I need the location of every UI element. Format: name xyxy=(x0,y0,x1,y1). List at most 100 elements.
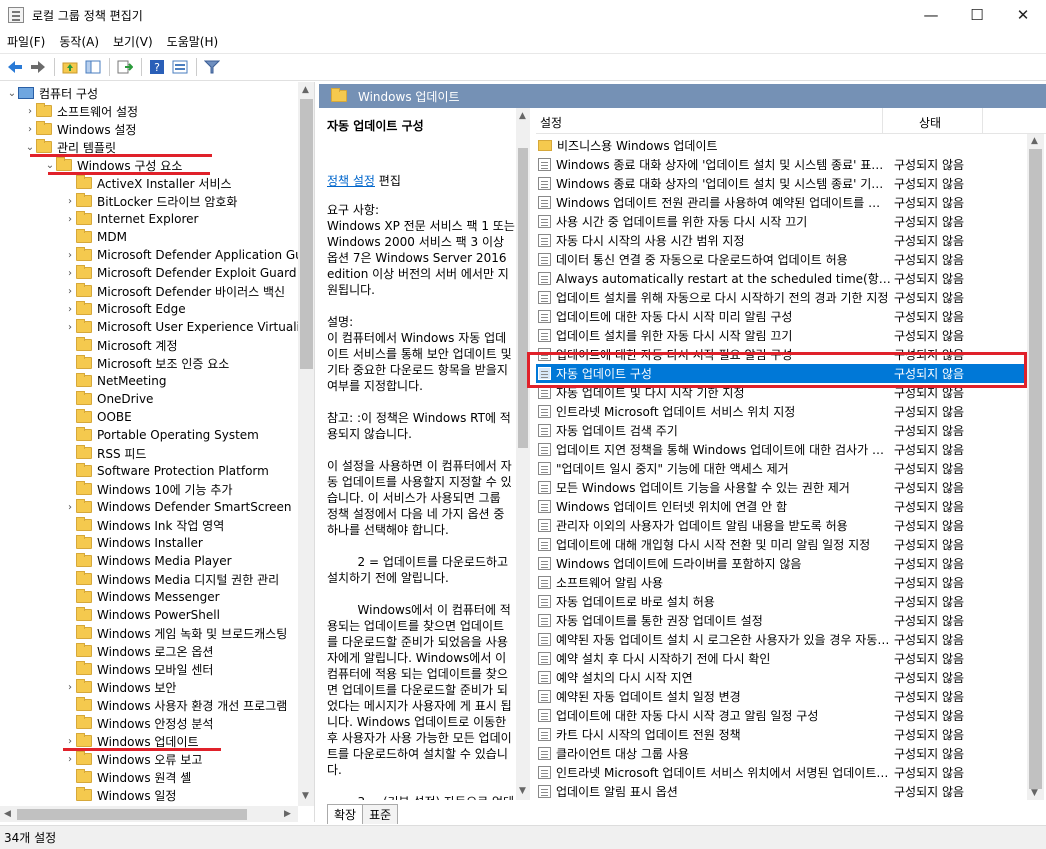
close-button[interactable]: ✕ xyxy=(1000,0,1046,30)
scroll-up-arrow-icon[interactable]: ▲ xyxy=(1031,136,1038,146)
list-item[interactable]: 업데이트에 대한 자동 다시 시작 미리 알림 구성 구성되지 않음 xyxy=(536,307,1024,326)
list-item[interactable]: 소프트웨어 알림 사용 구성되지 않음 xyxy=(536,573,1024,592)
list-item[interactable]: 카트 다시 시작의 업데이트 전원 정책 구성되지 않음 xyxy=(536,725,1024,744)
column-divider[interactable] xyxy=(982,108,983,134)
description-scrollbar[interactable]: ▲ ▼ xyxy=(516,108,530,800)
chevron-right-icon[interactable]: › xyxy=(64,682,76,693)
list-item[interactable]: Always automatically restart at the sche… xyxy=(536,269,1024,288)
chevron-right-icon[interactable]: › xyxy=(64,214,76,225)
scrollbar-thumb[interactable] xyxy=(17,809,247,820)
scroll-down-arrow-icon[interactable]: ▼ xyxy=(1031,788,1038,798)
tree-item[interactable]: Windows 게임 녹화 및 브로드캐스팅 xyxy=(64,624,287,642)
tree-item[interactable]: NetMeeting xyxy=(64,372,166,390)
tree-item[interactable]: › Windows 오류 보고 xyxy=(64,750,202,768)
list-item[interactable]: 자동 업데이트 검색 주기 구성되지 않음 xyxy=(536,421,1024,440)
scroll-down-arrow-icon[interactable]: ▼ xyxy=(519,786,526,796)
menu-action[interactable]: 동작(A) xyxy=(52,31,106,53)
chevron-down-icon[interactable]: ⌄ xyxy=(44,160,56,171)
scroll-left-arrow-icon[interactable]: ◀ xyxy=(4,809,11,819)
tree-item[interactable]: MDM xyxy=(64,228,127,246)
chevron-right-icon[interactable]: › xyxy=(64,196,76,207)
forward-arrow-icon[interactable] xyxy=(27,56,49,78)
tab-standard[interactable]: 표준 xyxy=(362,804,399,824)
tree-item[interactable]: Portable Operating System xyxy=(64,426,259,444)
chevron-right-icon[interactable]: › xyxy=(64,754,76,765)
list-item[interactable]: 관리자 이외의 사용자가 업데이트 알림 내용을 받도록 허용 구성되지 않음 xyxy=(536,516,1024,535)
menu-file[interactable]: 파일(F) xyxy=(0,31,52,53)
list-item[interactable]: Windows 업데이트 인터넷 위치에 연결 안 함 구성되지 않음 xyxy=(536,497,1024,516)
tree-item[interactable]: ActiveX Installer 서비스 xyxy=(64,174,232,192)
list-item[interactable]: 예약 설치 후 다시 시작하기 전에 다시 확인 구성되지 않음 xyxy=(536,649,1024,668)
list-item[interactable]: 업데이트에 대한 자동 다시 시작 경고 알림 일정 구성 구성되지 않음 xyxy=(536,706,1024,725)
scrollbar-thumb[interactable] xyxy=(1029,149,1042,789)
tree-item[interactable]: › Windows 설정 xyxy=(24,120,136,138)
show-hide-tree-icon[interactable] xyxy=(82,56,104,78)
maximize-button[interactable]: ☐ xyxy=(954,0,1000,30)
list-item[interactable]: Windows 업데이트 전원 관리를 사용하여 예약된 업데이트를 설치하기 … xyxy=(536,193,1024,212)
tree-horizontal-scrollbar[interactable]: ◀ ▶ xyxy=(0,806,298,822)
scroll-up-arrow-icon[interactable]: ▲ xyxy=(302,85,309,95)
edit-policy-link[interactable]: 정책 설정 xyxy=(327,174,375,188)
chevron-right-icon[interactable]: › xyxy=(64,286,76,297)
tree-item[interactable]: Windows 10에 기능 추가 xyxy=(64,480,232,498)
list-item[interactable]: 예약된 자동 업데이트 설치 시 로그온한 사용자가 있을 경우 자동 다시 시… xyxy=(536,630,1024,649)
tree-item[interactable]: Windows PowerShell xyxy=(64,606,220,624)
chevron-down-icon[interactable]: ⌄ xyxy=(6,88,18,99)
list-item[interactable]: Windows 종료 대화 상자에 '업데이트 설치 및 시스템 종료' 표시 … xyxy=(536,155,1024,174)
list-item[interactable]: 자동 업데이트를 통한 권장 업데이트 설정 구성되지 않음 xyxy=(536,611,1024,630)
filter-icon[interactable] xyxy=(201,56,223,78)
chevron-right-icon[interactable]: › xyxy=(64,322,76,333)
menu-help[interactable]: 도움말(H) xyxy=(160,31,226,53)
tree-item[interactable]: Windows 사용자 환경 개선 프로그램 xyxy=(64,696,287,714)
chevron-right-icon[interactable]: › xyxy=(24,106,36,117)
list-item[interactable]: 자동 업데이트로 바로 설치 허용 구성되지 않음 xyxy=(536,592,1024,611)
chevron-right-icon[interactable]: › xyxy=(64,736,76,747)
tree-item[interactable]: Windows 일정 xyxy=(64,786,176,804)
scroll-down-arrow-icon[interactable]: ▼ xyxy=(302,791,309,801)
tree-item[interactable]: Software Protection Platform xyxy=(64,462,269,480)
list-item[interactable]: 인트라넷 Microsoft 업데이트 서비스 위치에서 서명된 업데이트 허용… xyxy=(536,763,1024,782)
export-icon[interactable] xyxy=(114,56,136,78)
tree-item[interactable]: Windows 원격 셸 xyxy=(64,768,191,786)
tree-vertical-scrollbar[interactable]: ▲ ▼ xyxy=(298,82,314,806)
list-item[interactable]: 업데이트 설치를 위해 자동으로 다시 시작하기 전의 경과 기한 지정 구성되지… xyxy=(536,288,1024,307)
list-item[interactable]: Windows 업데이트에 드라이버를 포함하지 않음 구성되지 않음 xyxy=(536,554,1024,573)
tree-item[interactable]: Windows Ink 작업 영역 xyxy=(64,516,224,534)
list-item[interactable]: Windows 종료 대화 상자의 '업데이트 설치 및 시스템 종료' 기본 … xyxy=(536,174,1024,193)
list-item[interactable]: 데이터 통신 연결 중 자동으로 다운로드하여 업데이트 허용 구성되지 않음 xyxy=(536,250,1024,269)
tree-item-computer-config[interactable]: ⌄ 컴퓨터 구성 xyxy=(6,84,98,102)
tree-item[interactable]: › Microsoft Edge xyxy=(64,300,186,318)
list-item[interactable]: 사용 시간 중 업데이트를 위한 자동 다시 시작 끄기 구성되지 않음 xyxy=(536,212,1024,231)
properties-icon[interactable] xyxy=(169,56,191,78)
list-item[interactable]: 인트라넷 Microsoft 업데이트 서비스 위치 지정 구성되지 않음 xyxy=(536,402,1024,421)
list-item[interactable]: 업데이트에 대해 개입형 다시 시작 전환 및 미리 알림 일정 지정 구성되지 … xyxy=(536,535,1024,554)
tree-item[interactable]: Microsoft 보조 인증 요소 xyxy=(64,354,229,372)
tree-item[interactable]: OOBE xyxy=(64,408,132,426)
tree-item[interactable]: Windows 모바일 센터 xyxy=(64,660,213,678)
tree-item[interactable]: › Microsoft Defender Exploit Guard xyxy=(64,264,296,282)
list-item[interactable]: 업데이트 알림 표시 옵션 구성되지 않음 xyxy=(536,782,1024,800)
list-item-folder[interactable]: 비즈니스용 Windows 업데이트 xyxy=(536,136,1024,155)
tree-item[interactable]: › Microsoft User Experience Virtualizatio… xyxy=(64,318,314,336)
chevron-down-icon[interactable]: ⌄ xyxy=(24,142,36,153)
list-item[interactable]: 업데이트 지연 정책을 통해 Windows 업데이트에 대한 검사가 발생하지… xyxy=(536,440,1024,459)
tree-item[interactable]: Windows 로그온 옵션 xyxy=(64,642,213,660)
tree-item[interactable]: › Internet Explorer xyxy=(64,210,198,228)
menu-view[interactable]: 보기(V) xyxy=(106,31,160,53)
list-item[interactable]: 모든 Windows 업데이트 기능을 사용할 수 있는 권한 제거 구성되지 않… xyxy=(536,478,1024,497)
tree-item[interactable]: › Microsoft Defender 바이러스 백신 xyxy=(64,282,285,300)
column-header-setting[interactable]: 설정 xyxy=(540,114,562,131)
chevron-right-icon[interactable]: › xyxy=(24,124,36,135)
tree-item[interactable]: › Windows 보안 xyxy=(64,678,176,696)
tree-item[interactable]: › Microsoft Defender Application Guard xyxy=(64,246,314,264)
tree-item[interactable]: › 소프트웨어 설정 xyxy=(24,102,138,120)
back-arrow-icon[interactable] xyxy=(4,56,26,78)
scroll-up-arrow-icon[interactable]: ▲ xyxy=(519,111,526,121)
help-icon[interactable]: ? xyxy=(146,56,168,78)
column-header-state[interactable]: 상태 xyxy=(919,114,941,131)
list-item[interactable]: 업데이트 설치를 위한 자동 다시 시작 알림 끄기 구성되지 않음 xyxy=(536,326,1024,345)
tree-item[interactable]: › BitLocker 드라이브 암호화 xyxy=(64,192,237,210)
list-item[interactable]: 클라이언트 대상 그룹 사용 구성되지 않음 xyxy=(536,744,1024,763)
scrollbar-thumb[interactable] xyxy=(300,99,313,369)
list-item[interactable]: 자동 다시 시작의 사용 시간 범위 지정 구성되지 않음 xyxy=(536,231,1024,250)
